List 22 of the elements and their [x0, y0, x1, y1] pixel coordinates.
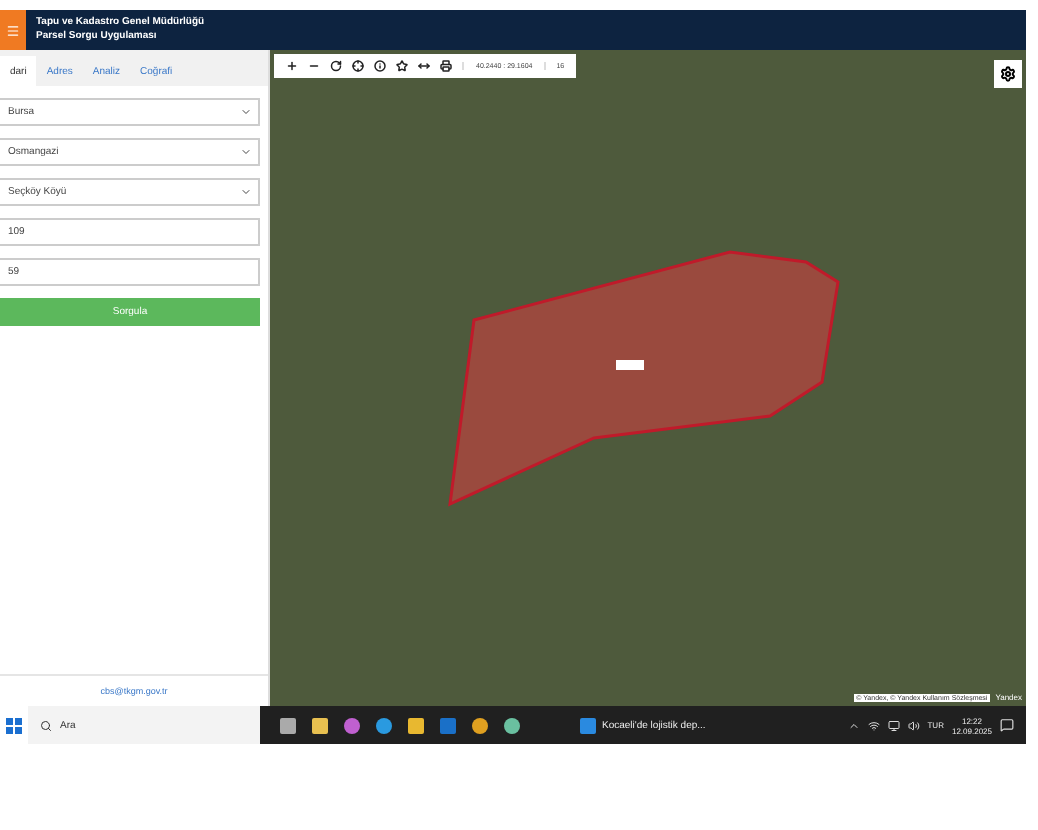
star-icon[interactable] [396, 60, 408, 72]
parcel-label [616, 360, 644, 370]
chevron-down-icon [240, 186, 252, 198]
speaker-icon[interactable] [907, 719, 920, 731]
windows-logo-icon [6, 717, 22, 733]
chevron-up-icon[interactable] [847, 719, 860, 731]
print-icon[interactable] [440, 60, 452, 72]
display-icon[interactable] [887, 719, 900, 731]
menu-icon [6, 23, 20, 37]
zoom-in-icon[interactable] [286, 60, 298, 72]
chevron-down-icon [240, 146, 252, 158]
measure-icon[interactable] [418, 60, 430, 72]
zoom-out-icon[interactable] [308, 60, 320, 72]
crosshair-icon[interactable] [352, 60, 364, 72]
gear-icon [1000, 66, 1016, 82]
rotate-icon[interactable] [330, 60, 342, 72]
info-icon[interactable] [374, 60, 386, 72]
wifi-icon[interactable] [867, 719, 880, 731]
search-icon [40, 719, 52, 731]
chevron-down-icon [240, 106, 252, 118]
settings-button[interactable] [994, 60, 1022, 88]
notification-icon[interactable] [1000, 718, 1014, 732]
